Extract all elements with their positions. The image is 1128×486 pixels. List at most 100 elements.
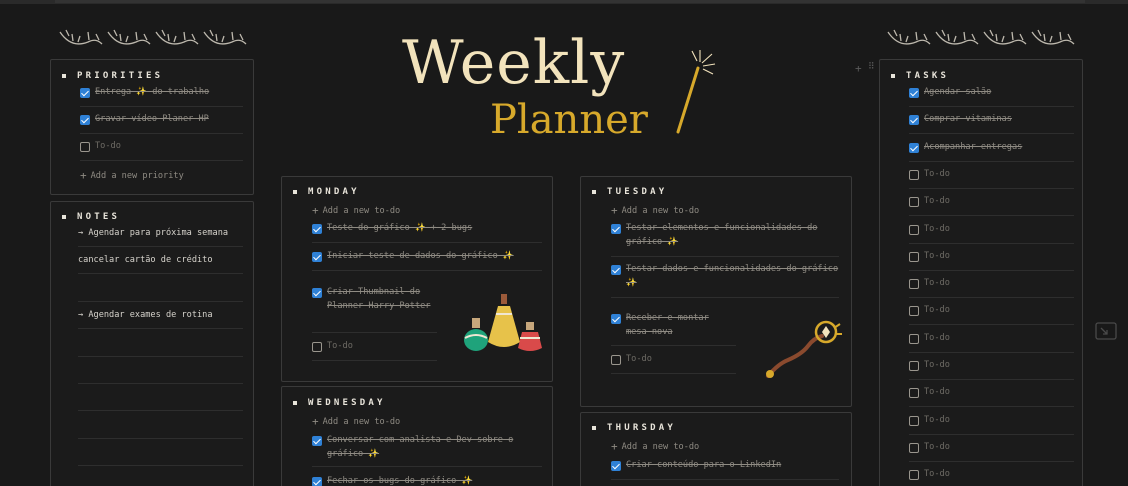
divider	[78, 383, 243, 384]
task-item[interactable]: To-do	[909, 277, 1074, 291]
wednesday-todo-item[interactable]: Conversar com analista e Dev sobre o grá…	[312, 434, 542, 461]
divider	[909, 106, 1074, 107]
monday-todo-item[interactable]: Teste do gráfico ✨ + 2 bugs	[312, 222, 542, 236]
checkbox-checked[interactable]	[312, 251, 322, 262]
checkbox-unchecked[interactable]	[909, 469, 919, 480]
top-scroll-bar	[0, 0, 1128, 4]
divider	[611, 297, 839, 298]
task-item[interactable]: To-do	[909, 414, 1074, 428]
add-priority-button[interactable]: + Add a new priority	[80, 169, 184, 182]
divider	[909, 297, 1074, 298]
task-item[interactable]: To-do	[909, 223, 1074, 237]
checkbox-checked[interactable]	[611, 313, 621, 324]
checkbox-checked[interactable]	[80, 87, 90, 98]
checkbox-checked[interactable]	[312, 435, 322, 446]
note-line[interactable]: cancelar cartão de crédito	[78, 255, 213, 265]
task-item[interactable]: To-do	[909, 386, 1074, 400]
checkbox-checked[interactable]	[611, 223, 621, 234]
checkbox-unchecked[interactable]	[909, 387, 919, 398]
tuesday-add-todo-button[interactable]: + Add a new to-do	[611, 204, 699, 217]
leaf-decoration-right	[886, 24, 1076, 50]
task-item[interactable]: To-do	[909, 304, 1074, 318]
divider	[909, 215, 1074, 216]
monday-todo-item[interactable]: Criar Thumbnail do Planner Harry Potter	[312, 286, 437, 313]
checkbox-unchecked[interactable]	[909, 333, 919, 344]
checkbox-unchecked[interactable]	[909, 196, 919, 207]
checkbox-unchecked[interactable]	[909, 278, 919, 289]
divider	[78, 356, 243, 357]
golden-key-icon	[766, 320, 842, 378]
checkbox-checked[interactable]	[909, 142, 919, 153]
task-item[interactable]: Comprar vitaminas	[909, 113, 1074, 127]
task-item[interactable]: To-do	[909, 441, 1074, 455]
plus-icon: +	[611, 204, 618, 217]
tuesday-todo-item[interactable]: Testar elementos e funcionalidades do gr…	[611, 222, 839, 249]
divider	[909, 352, 1074, 353]
checkbox-unchecked[interactable]	[909, 251, 919, 262]
tasks-title: TASKS	[891, 71, 949, 81]
divider	[909, 243, 1074, 244]
priorities-title: PRIORITIES	[62, 71, 163, 81]
checkbox-checked[interactable]	[909, 87, 919, 98]
monday-todo-item[interactable]: Iniciar teste de dados do gráfico ✨	[312, 250, 542, 264]
checkbox-unchecked[interactable]	[611, 354, 621, 365]
monday-add-todo-button[interactable]: + Add a new to-do	[312, 204, 400, 217]
task-item[interactable]: Acompanhar entregas	[909, 141, 1074, 155]
monday-todo-item[interactable]: To-do	[312, 340, 437, 354]
wednesday-todo-item[interactable]: Fechar os bugs do gráfico ✨	[312, 475, 542, 486]
divider	[909, 188, 1074, 189]
plus-icon: +	[312, 415, 319, 428]
divider	[78, 273, 243, 274]
task-item[interactable]: To-do	[909, 468, 1074, 482]
divider	[312, 360, 437, 361]
checkbox-unchecked[interactable]	[909, 305, 919, 316]
checkbox-unchecked[interactable]	[909, 415, 919, 426]
plus-icon: +	[312, 204, 319, 217]
checkbox-unchecked[interactable]	[312, 341, 322, 352]
priority-item[interactable]: To-do	[80, 140, 250, 154]
checkbox-checked[interactable]	[611, 460, 621, 471]
divider	[611, 345, 736, 346]
divider	[80, 133, 243, 134]
tuesday-todo-item[interactable]: Receber e montar mesa nova	[611, 312, 731, 339]
tuesday-todo-item[interactable]: To-do	[611, 353, 736, 367]
thursday-todo-item[interactable]: Criar conteúdo para o LinkedIn	[611, 459, 839, 473]
checkbox-checked[interactable]	[80, 114, 90, 125]
thursday-title: THURSDAY	[592, 423, 676, 433]
tuesday-todo-item[interactable]: Testar dados e funcionalidades do gráfic…	[611, 263, 839, 290]
divider	[909, 379, 1074, 380]
drag-handle-icon[interactable]: ⠿	[868, 62, 875, 72]
priority-item[interactable]: Entrega ✨ do trabalho	[80, 86, 250, 100]
checkbox-checked[interactable]	[312, 476, 322, 486]
checkbox-unchecked[interactable]	[80, 141, 90, 152]
checkbox-unchecked[interactable]	[909, 224, 919, 235]
task-item[interactable]: To-do	[909, 332, 1074, 346]
thursday-add-todo-button[interactable]: + Add a new to-do	[611, 440, 699, 453]
task-item[interactable]: To-do	[909, 359, 1074, 373]
tuesday-title: TUESDAY	[592, 187, 667, 197]
divider	[312, 466, 542, 467]
checkbox-checked[interactable]	[312, 223, 322, 234]
note-line[interactable]: → Agendar exames de rotina	[78, 310, 213, 320]
task-item[interactable]: To-do	[909, 250, 1074, 264]
checkbox-unchecked[interactable]	[909, 360, 919, 371]
priority-item[interactable]: Gravar vídeo Planer HP	[80, 113, 250, 127]
add-block-icon[interactable]: +	[855, 62, 862, 75]
divider	[312, 332, 437, 333]
divider	[78, 410, 243, 411]
checkbox-checked[interactable]	[611, 264, 621, 275]
divider	[312, 270, 542, 271]
checkbox-checked[interactable]	[909, 114, 919, 125]
note-line[interactable]: → Agendar para próxima semana	[78, 228, 228, 238]
checkbox-unchecked[interactable]	[909, 169, 919, 180]
leaf-sprig-icon	[107, 29, 151, 45]
task-item[interactable]: To-do	[909, 168, 1074, 182]
open-in-panel-icon[interactable]	[1095, 322, 1117, 340]
checkbox-unchecked[interactable]	[909, 442, 919, 453]
task-item[interactable]: Agendar salão	[909, 86, 1074, 100]
leaf-sprig-icon	[935, 29, 979, 45]
checkbox-checked[interactable]	[312, 287, 322, 298]
divider	[909, 161, 1074, 162]
wednesday-add-todo-button[interactable]: + Add a new to-do	[312, 415, 400, 428]
task-item[interactable]: To-do	[909, 195, 1074, 209]
